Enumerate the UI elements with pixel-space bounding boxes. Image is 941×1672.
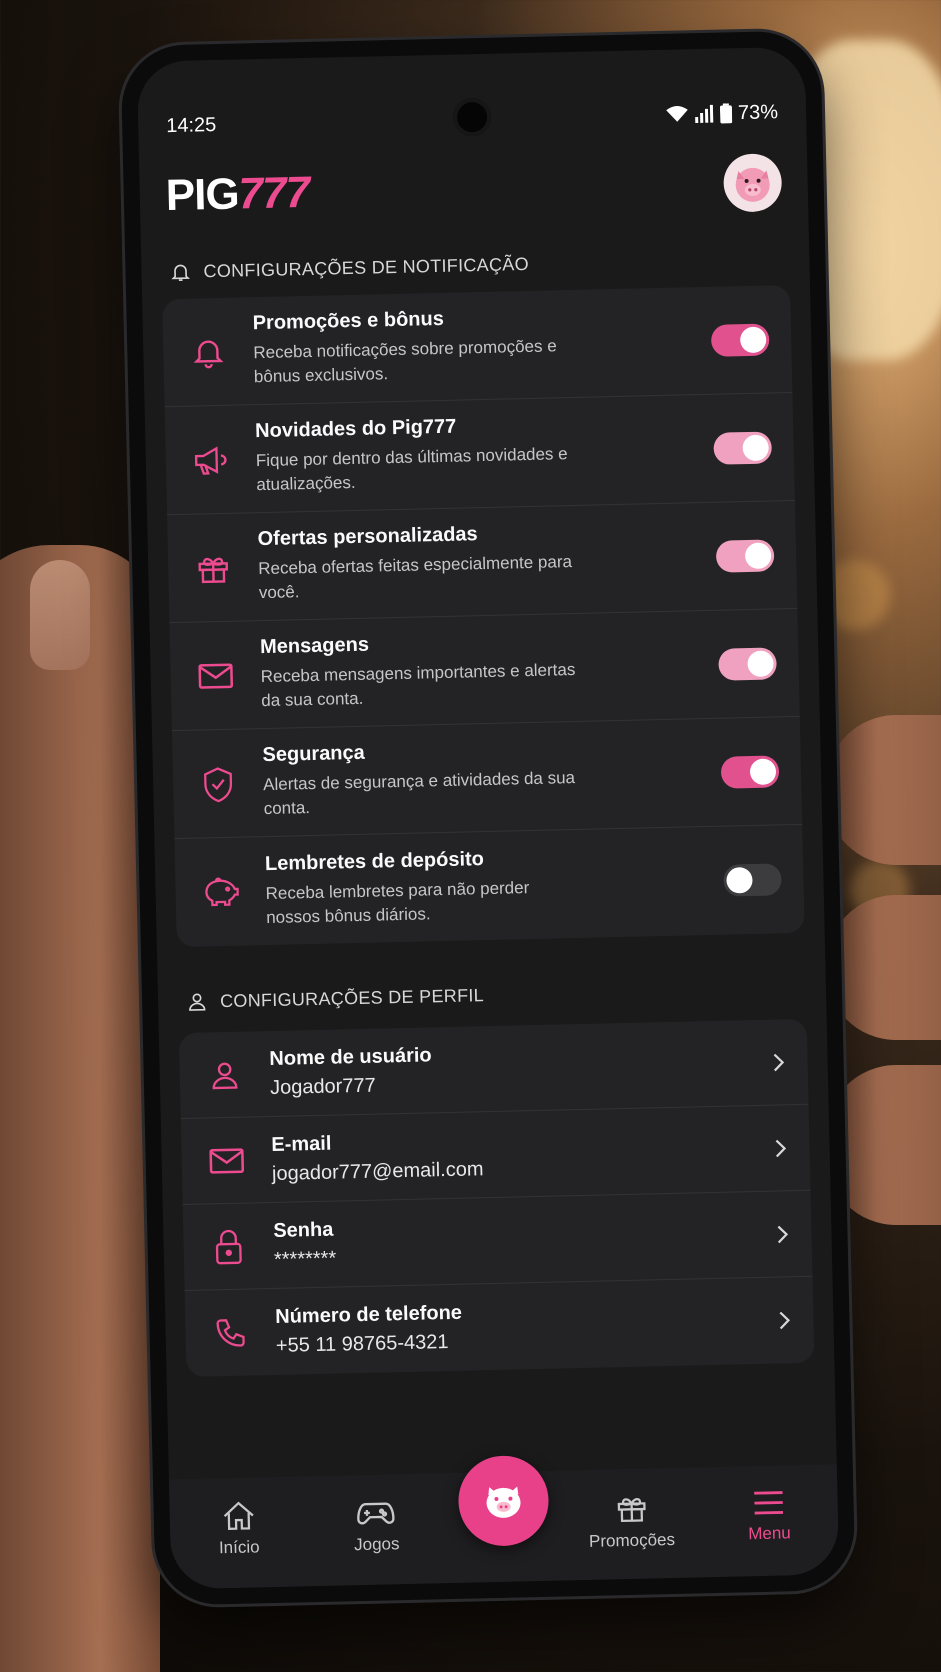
profile-section-title: CONFIGURAÇÕES DE PERFIL [186, 984, 484, 1013]
mail-icon [198, 662, 234, 689]
signal-icon [695, 104, 714, 124]
battery-percent: 73% [737, 100, 779, 124]
status-time: 14:25 [165, 113, 217, 137]
chevron-right-icon [777, 1225, 789, 1243]
home-icon [223, 1501, 254, 1530]
nav-center-button[interactable] [457, 1454, 550, 1547]
shield-icon [204, 766, 233, 802]
gift-icon [198, 557, 229, 583]
app-logo: PIG777 [165, 167, 310, 221]
profile-field-value: ******** [273, 1247, 337, 1271]
piggy-icon [486, 1486, 521, 1518]
bottom-nav: Início Jogos Promoções Menu [168, 1454, 840, 1590]
notification-desc: Receba lembretes para não perder nossos … [265, 877, 530, 927]
notification-desc: Fique por dentro das últimas novidades e… [255, 444, 568, 495]
profile-row-phone[interactable]: Número de telefone +55 11 98765-4321 [185, 1277, 815, 1377]
nav-label: Início [218, 1537, 260, 1558]
notification-desc: Receba ofertas feitas especialmente para… [258, 552, 573, 603]
notification-title: Mensagens [259, 633, 370, 659]
phone: 14:25 73% PIG777 CONFIGURAÇÕES DE NOTIFI… [120, 30, 856, 1606]
phone-icon [216, 1319, 245, 1347]
gift-icon [617, 1498, 646, 1523]
notification-desc: Receba mensagens importantes e alertas d… [260, 659, 576, 711]
notification-desc: Alertas de segurança e atividades da sua… [262, 768, 576, 819]
gamepad-icon [357, 1502, 395, 1525]
notification-title: Lembretes de depósito [264, 847, 485, 875]
toggle-ofertas[interactable] [715, 538, 775, 573]
notification-row-ofertas: Ofertas personalizadas Receba ofertas fe… [167, 500, 798, 624]
profile-field-label: Número de telefone [275, 1301, 463, 1328]
user-icon [189, 993, 206, 1011]
notification-row-lembretes: Lembretes de depósito Receba lembretes p… [174, 825, 804, 947]
hand-finger [826, 715, 941, 865]
chevron-right-icon [775, 1139, 787, 1157]
notification-desc: Receba notificações sobre promoções e bô… [253, 336, 557, 387]
notification-title: Promoções e bônus [252, 307, 445, 335]
profile-card: Nome de usuário Jogador777 E-mail jogado… [178, 1018, 815, 1377]
chevron-right-icon [779, 1311, 791, 1330]
profile-field-label: Nome de usuário [269, 1043, 432, 1070]
notification-row-seguranca: Segurança Alertas de segurança e ativida… [171, 716, 803, 840]
nav-menu[interactable]: Menu [713, 1487, 824, 1545]
wifi-icon [666, 105, 688, 122]
mail-icon [209, 1147, 245, 1174]
pig-avatar-icon [735, 167, 770, 202]
lock-icon [215, 1229, 242, 1264]
profile-field-label: E-mail [271, 1132, 332, 1156]
app-header: PIG777 [165, 147, 783, 231]
menu-icon [754, 1491, 784, 1515]
notification-title: Novidades do Pig777 [254, 415, 457, 443]
profile-field-value: +55 11 98765-4321 [275, 1331, 449, 1357]
nav-label: Promoções [588, 1529, 676, 1551]
profile-field-label: Senha [273, 1218, 334, 1242]
notification-row-promocoes: Promoções e bônus Receba notificações so… [162, 285, 793, 408]
bell-settings-icon [171, 264, 191, 281]
piggy-bank-icon [205, 877, 239, 907]
toggle-lembretes[interactable] [723, 863, 782, 897]
nav-promocoes[interactable]: Promoções [576, 1490, 687, 1552]
profile-field-value: Jogador777 [269, 1074, 376, 1099]
toggle-novidades[interactable] [713, 430, 773, 465]
profile-field-value: jogador777@email.com [271, 1157, 484, 1185]
bell-icon [193, 340, 224, 368]
battery-icon [719, 103, 733, 124]
profile-row-username[interactable]: Nome de usuário Jogador777 [178, 1018, 809, 1120]
notification-title: Segurança [262, 741, 366, 767]
hand-finger [826, 895, 941, 1040]
nav-label: Menu [747, 1523, 791, 1544]
nav-jogos[interactable]: Jogos [321, 1495, 432, 1555]
profile-row-password[interactable]: Senha ******** [182, 1190, 813, 1292]
nav-inicio[interactable]: Início [183, 1499, 294, 1559]
notification-row-mensagens: Mensagens Receba mensagens importantes e… [169, 608, 800, 732]
avatar[interactable] [723, 153, 783, 213]
profile-row-email[interactable]: E-mail jogador777@email.com [180, 1104, 811, 1206]
toggle-seguranca[interactable] [720, 754, 780, 789]
toggle-mensagens[interactable] [718, 646, 777, 681]
notifications-card: Promoções e bônus Receba notificações so… [162, 285, 805, 948]
user-icon [212, 1062, 238, 1089]
chevron-right-icon [773, 1053, 785, 1071]
notifications-section-title: CONFIGURAÇÕES DE NOTIFICAÇÃO [169, 253, 529, 283]
screen: 14:25 73% PIG777 CONFIGURAÇÕES DE NOTIFI… [136, 46, 840, 1590]
nav-label: Jogos [353, 1534, 400, 1555]
thumbnail-nail [30, 560, 90, 670]
notification-title: Ofertas personalizadas [257, 523, 478, 551]
notification-row-novidades: Novidades do Pig777 Fique por dentro das… [164, 392, 795, 516]
megaphone-icon [194, 445, 227, 475]
toggle-promocoes[interactable] [710, 323, 770, 357]
